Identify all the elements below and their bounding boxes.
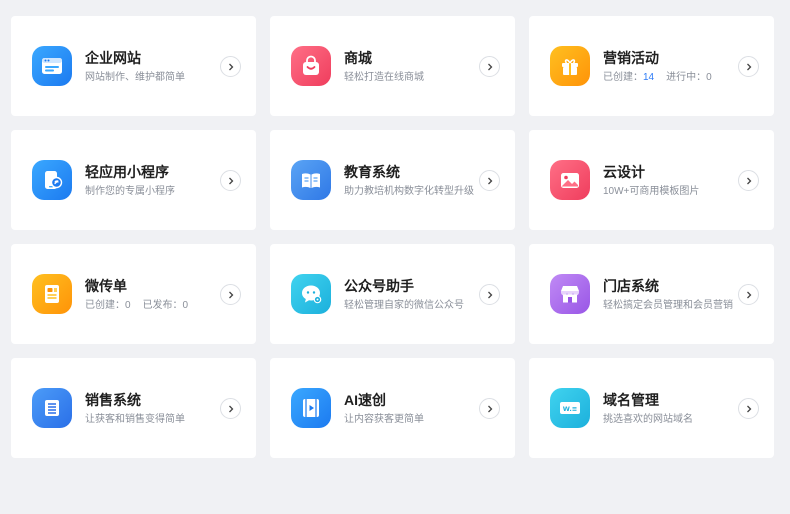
svg-text:W.≡: W.≡ (563, 405, 578, 413)
chevron-right-icon[interactable] (220, 170, 241, 191)
card-subtitle: 已创建：0 已发布：0 (85, 299, 235, 312)
chat-gear-icon (291, 274, 331, 314)
chevron-right-icon[interactable] (220, 56, 241, 77)
card-sales-system[interactable]: 销售系统 让获客和销售变得简单 (11, 358, 256, 458)
shopping-bag-icon (291, 46, 331, 86)
card-title: 教育系统 (344, 163, 400, 180)
card-subtitle: 让内容获客更简单 (344, 413, 424, 425)
card-title: 企业网站 (85, 49, 141, 66)
flyer-icon (32, 274, 72, 314)
card-title: AI速创 (344, 391, 386, 408)
card-mall[interactable]: 商城 轻松打造在线商城 (270, 16, 515, 116)
card-subtitle: 助力教培机构数字化转型升级 (344, 185, 474, 197)
chevron-right-icon[interactable] (220, 284, 241, 305)
card-title: 云设计 (603, 163, 645, 180)
card-official-account[interactable]: 公众号助手 轻松管理自家的微信公众号 (270, 244, 515, 344)
chevron-right-icon[interactable] (479, 284, 500, 305)
chevron-right-icon[interactable] (738, 56, 759, 77)
card-title: 域名管理 (603, 391, 659, 408)
storefront-icon (550, 274, 590, 314)
chevron-right-icon[interactable] (479, 398, 500, 419)
chevron-right-icon[interactable] (479, 170, 500, 191)
published-label: 已发布：0 (142, 299, 189, 311)
phone-link-icon (32, 160, 72, 200)
card-subtitle: 轻松搞定会员管理和会员营销 (603, 299, 733, 311)
card-subtitle: 挑选喜欢的网站域名 (603, 413, 693, 425)
created-label: 已创建：0 (85, 299, 131, 311)
card-marketing[interactable]: 营销活动 已创建：14 进行中：0 (529, 16, 774, 116)
card-micro-flyer[interactable]: 微传单 已创建：0 已发布：0 (11, 244, 256, 344)
card-mini-program[interactable]: 轻应用小程序 制作您的专属小程序 (11, 130, 256, 230)
domain-www-icon: W.≡ (550, 388, 590, 428)
created-label: 已创建： (603, 71, 643, 83)
card-ai-create[interactable]: AI速创 让内容获客更简单 (270, 358, 515, 458)
chevron-right-icon[interactable] (738, 284, 759, 305)
card-subtitle: 10W+可商用模板图片 (603, 185, 700, 197)
video-icon (291, 388, 331, 428)
card-title: 门店系统 (603, 277, 659, 294)
chevron-right-icon[interactable] (738, 170, 759, 191)
chevron-right-icon[interactable] (479, 56, 500, 77)
card-subtitle: 让获客和销售变得简单 (85, 413, 185, 425)
card-subtitle: 轻松打造在线商城 (344, 71, 424, 83)
card-title: 销售系统 (85, 391, 141, 408)
browser-window-icon (32, 46, 72, 86)
gift-icon (550, 46, 590, 86)
card-subtitle: 制作您的专属小程序 (85, 185, 175, 197)
card-title: 商城 (344, 49, 372, 66)
card-cloud-design[interactable]: 云设计 10W+可商用模板图片 (529, 130, 774, 230)
card-title: 营销活动 (603, 49, 659, 66)
created-count: 14 (643, 71, 655, 83)
card-title: 微传单 (85, 277, 127, 294)
card-title: 轻应用小程序 (85, 163, 169, 180)
open-book-icon (291, 160, 331, 200)
ongoing-label: 进行中：0 (666, 71, 712, 83)
card-store-system[interactable]: 门店系统 轻松搞定会员管理和会员营销 (529, 244, 774, 344)
card-subtitle: 已创建：14 进行中：0 (603, 71, 753, 84)
chevron-right-icon[interactable] (738, 398, 759, 419)
card-enterprise-website[interactable]: 企业网站 网站制作、维护都简单 (11, 16, 256, 116)
chevron-right-icon[interactable] (220, 398, 241, 419)
card-education[interactable]: 教育系统 助力教培机构数字化转型升级 (270, 130, 515, 230)
app-grid: 企业网站 网站制作、维护都简单 商城 轻松打造在线商城 营销活动 已创建：14 进… (11, 16, 774, 458)
card-subtitle: 轻松管理自家的微信公众号 (344, 299, 464, 311)
card-title: 公众号助手 (344, 277, 414, 294)
image-icon (550, 160, 590, 200)
card-domain-management[interactable]: W.≡ 域名管理 挑选喜欢的网站域名 (529, 358, 774, 458)
list-icon (32, 388, 72, 428)
card-subtitle: 网站制作、维护都简单 (85, 71, 185, 83)
